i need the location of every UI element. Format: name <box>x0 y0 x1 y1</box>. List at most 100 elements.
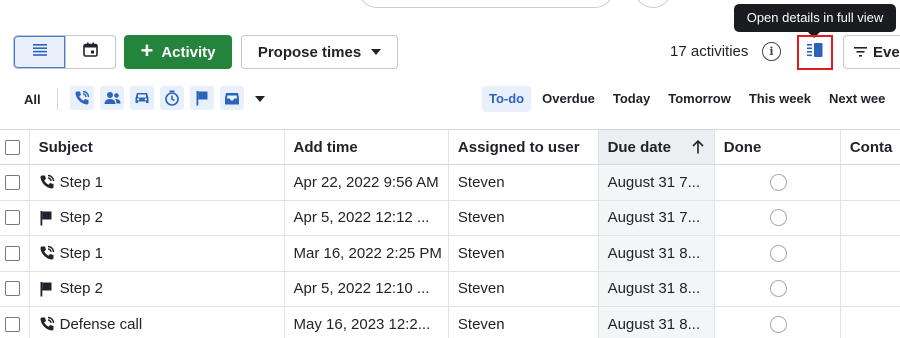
list-icon <box>32 43 47 61</box>
due-date-cell: August 31 7... <box>598 165 715 200</box>
flag-icon <box>39 209 57 227</box>
table-row[interactable]: Step 2 Apr 5, 2022 12:10 ... Steven August … <box>0 271 900 307</box>
add-time-cell: Apr 22, 2022 9:56 AM <box>285 165 449 200</box>
due-date-tabs: To-do Overdue Today Tomorrow This week N… <box>482 86 892 112</box>
deadline-icon[interactable] <box>160 86 184 110</box>
row-select-cell <box>0 271 30 306</box>
plus-icon: + <box>140 38 154 63</box>
quick-add-button[interactable] <box>634 0 672 8</box>
mark-done-toggle[interactable] <box>769 173 787 191</box>
due-date-cell: August 31 8... <box>598 236 715 271</box>
email-icon[interactable] <box>220 86 244 110</box>
calendar-icon <box>83 42 98 62</box>
calendar-view-button[interactable] <box>65 36 115 68</box>
table-row[interactable]: Step 2 Apr 5, 2022 12:12 ... Steven August … <box>0 200 900 236</box>
phone-icon <box>39 315 57 333</box>
phone-icon <box>39 173 57 191</box>
tab-today[interactable]: Today <box>606 86 657 112</box>
divider <box>57 88 58 110</box>
row-checkbox[interactable] <box>5 316 20 332</box>
sort-ascending-icon <box>692 139 704 158</box>
tooltip: Open details in full view <box>734 4 896 38</box>
row-select-cell <box>0 200 30 235</box>
tab-tomorrow[interactable]: Tomorrow <box>661 86 738 112</box>
subject-cell[interactable]: Defense call <box>30 307 285 338</box>
chevron-down-icon[interactable] <box>255 96 265 102</box>
mark-done-toggle[interactable] <box>769 244 787 262</box>
row-checkbox[interactable] <box>5 174 20 190</box>
contact-cell <box>841 307 900 338</box>
mark-done-toggle[interactable] <box>769 315 787 333</box>
assigned-user-cell: Steven <box>449 165 599 200</box>
column-header-done[interactable]: Done <box>715 130 841 164</box>
subject-cell[interactable]: Step 2 <box>30 200 285 235</box>
assigned-user-cell: Steven <box>449 307 599 338</box>
tab-to-do[interactable]: To-do <box>482 86 532 112</box>
open-details-full-view-button[interactable] <box>797 35 833 70</box>
select-all-checkbox[interactable] <box>5 139 20 155</box>
table-row[interactable]: Step 1 Mar 16, 2022 2:25 PM Steven August 3… <box>0 236 900 272</box>
done-cell <box>715 200 841 235</box>
info-icon[interactable]: i <box>762 42 781 61</box>
events-filter-button[interactable]: Eve <box>843 35 900 69</box>
events-filter-label: Eve <box>873 43 900 61</box>
contact-cell <box>841 272 900 307</box>
contact-cell <box>841 201 900 236</box>
car-icon[interactable] <box>130 86 154 110</box>
contact-cell <box>841 236 900 271</box>
column-header-subject[interactable]: Subject <box>30 130 285 164</box>
subject-text: Step 1 <box>59 244 103 262</box>
flag-icon[interactable] <box>190 86 214 110</box>
row-checkbox[interactable] <box>5 245 20 261</box>
subject-text: Step 2 <box>59 280 103 298</box>
table-header-row: Subject Add time Assigned to user Due da… <box>0 129 900 165</box>
table-body: Step 1 Apr 22, 2022 9:56 AM Steven August 3… <box>0 165 900 338</box>
tab-overdue[interactable]: Overdue <box>535 86 602 112</box>
column-header-contact[interactable]: Conta <box>841 130 900 164</box>
meeting-icon[interactable] <box>100 86 124 110</box>
column-header-due-date-label: Due date <box>607 138 671 156</box>
propose-times-button[interactable]: Propose times <box>241 35 398 69</box>
subject-cell[interactable]: Step 1 <box>30 236 285 271</box>
subject-cell[interactable]: Step 2 <box>30 271 285 306</box>
split-view-icon <box>807 43 823 62</box>
add-time-cell: Mar 16, 2022 2:25 PM <box>285 236 449 271</box>
phone-icon <box>39 244 57 262</box>
row-checkbox[interactable] <box>5 210 20 226</box>
column-header-assigned-to-user[interactable]: Assigned to user <box>449 130 599 164</box>
subject-text: Step 2 <box>59 209 103 227</box>
table-row[interactable]: Step 1 Apr 22, 2022 9:56 AM Steven August 3… <box>0 165 900 201</box>
subject-text: Step 1 <box>59 173 103 191</box>
add-activity-label: Activity <box>161 43 216 61</box>
filter-all[interactable]: All <box>24 92 41 107</box>
activity-type-filters <box>70 86 244 110</box>
view-toggle <box>13 35 116 69</box>
tab-this-week[interactable]: This week <box>742 86 818 112</box>
done-cell <box>715 236 841 271</box>
done-cell <box>715 307 841 338</box>
add-activity-button[interactable]: + Activity <box>124 35 232 69</box>
activities-table: Subject Add time Assigned to user Due da… <box>0 129 900 338</box>
mark-done-toggle[interactable] <box>769 280 787 298</box>
list-view-button[interactable] <box>14 36 65 68</box>
column-header-due-date[interactable]: Due date <box>598 130 715 164</box>
table-row[interactable]: Defense call May 16, 2023 12:2... Steven Au… <box>0 307 900 338</box>
phone-icon[interactable] <box>70 86 94 110</box>
toolbar: + Activity Propose times 17 activities i… <box>0 34 900 70</box>
subject-text: Defense call <box>59 315 143 333</box>
select-all-cell <box>0 130 30 164</box>
subject-cell[interactable]: Step 1 <box>30 165 285 200</box>
column-header-add-time[interactable]: Add time <box>285 130 449 164</box>
mark-done-toggle[interactable] <box>769 209 787 227</box>
filter-icon <box>854 44 867 61</box>
activities-count: 17 activities <box>670 43 749 60</box>
assigned-user-cell: Steven <box>449 236 599 271</box>
row-select-cell <box>0 165 30 200</box>
global-search-input[interactable] <box>358 0 614 8</box>
add-time-cell: May 16, 2023 12:2... <box>285 307 449 338</box>
add-time-cell: Apr 5, 2022 12:12 ... <box>285 200 449 235</box>
row-checkbox[interactable] <box>5 281 20 297</box>
tab-next-week[interactable]: Next wee <box>822 86 892 112</box>
assigned-user-cell: Steven <box>449 271 599 306</box>
row-select-cell <box>0 236 30 271</box>
